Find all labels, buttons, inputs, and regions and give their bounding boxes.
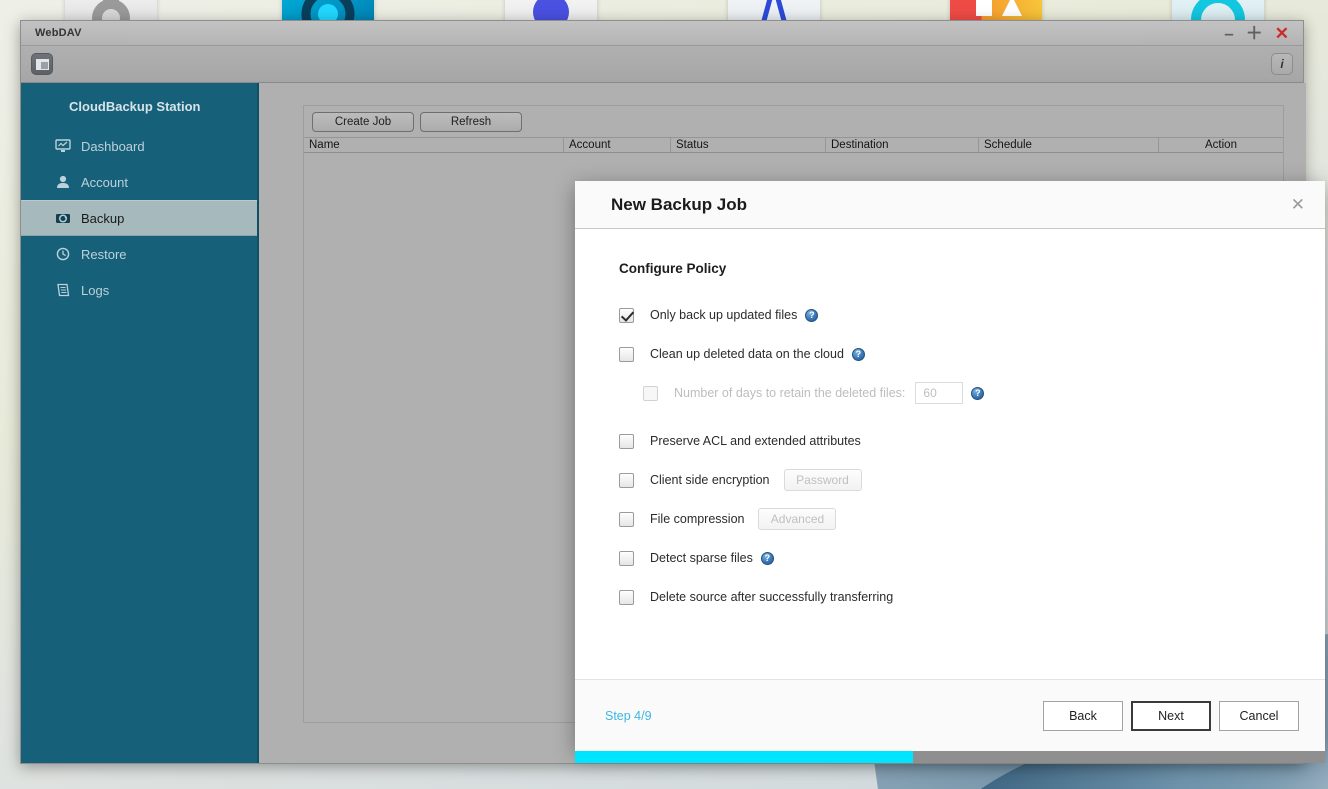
sidebar-item-label: Dashboard: [81, 138, 145, 154]
help-icon[interactable]: ?: [805, 308, 819, 322]
close-button[interactable]: ✕: [1275, 25, 1289, 42]
new-backup-job-dialog: New Backup Job ✕ Configure Policy Only b…: [575, 181, 1325, 763]
retain-days-input[interactable]: [915, 382, 964, 404]
section-title: Configure Policy: [619, 261, 727, 276]
info-icon[interactable]: i: [1271, 53, 1293, 75]
policy-row-delete-source: Delete source after successfully transfe…: [619, 586, 1289, 608]
dialog-body: Configure Policy Only back up updated fi…: [575, 229, 1325, 679]
log-book-icon: [55, 283, 71, 298]
refresh-button[interactable]: Refresh: [420, 112, 522, 132]
sidebar-item-label: Restore: [81, 246, 127, 262]
main-content: Create Job Refresh Name Account Status D…: [259, 83, 1325, 763]
next-button[interactable]: Next: [1131, 700, 1211, 731]
policy-label: Only back up updated files: [650, 308, 798, 322]
sidebar-item-dashboard[interactable]: Dashboard: [21, 128, 257, 164]
policy-label: Detect sparse files: [650, 551, 753, 565]
sidebar: CloudBackup Station Dashboard Account Ba…: [21, 83, 259, 763]
policy-row-only-backup-updated: Only back up updated files ?: [619, 304, 1289, 326]
policy-row-client-side-encryption: Client side encryption Password: [619, 469, 1289, 491]
policy-row-file-compression: File compression Advanced: [619, 508, 1289, 530]
sidebar-item-restore[interactable]: Restore: [21, 236, 257, 272]
window-controls: – ＋ ✕: [1224, 25, 1299, 42]
checkbox-delete-source-after-transfer[interactable]: [619, 589, 634, 605]
checkbox-clean-up-deleted-data[interactable]: [619, 346, 634, 362]
window-body: CloudBackup Station Dashboard Account Ba…: [21, 83, 1325, 763]
window-titlebar: WebDAV – ＋ ✕: [21, 21, 1303, 45]
column-header-status: Status: [671, 138, 826, 152]
password-button[interactable]: Password: [783, 469, 862, 491]
maximize-button[interactable]: ＋: [1246, 25, 1263, 42]
dialog-header: New Backup Job ✕: [575, 181, 1325, 229]
app-toolbar: i: [21, 45, 1303, 83]
sidebar-item-label: Backup: [81, 210, 125, 226]
help-icon[interactable]: ?: [760, 551, 774, 565]
sidebar-item-label: Account: [81, 174, 128, 190]
help-icon[interactable]: ?: [851, 347, 865, 361]
checkbox-client-side-encryption[interactable]: [619, 472, 634, 488]
column-header-schedule: Schedule: [979, 138, 1159, 152]
help-icon[interactable]: ?: [971, 386, 985, 400]
wizard-progress-fill: [575, 751, 913, 763]
jobs-table-header: Name Account Status Destination Schedule…: [304, 137, 1283, 153]
column-header-destination: Destination: [826, 138, 979, 152]
policy-label: Client side encryption: [650, 473, 770, 487]
policy-row-clean-up-deleted-data: Clean up deleted data on the cloud ?: [619, 343, 1289, 365]
column-header-action: Action: [1205, 139, 1237, 151]
create-job-button[interactable]: Create Job: [312, 112, 414, 132]
dialog-buttons: Back Next Cancel: [1043, 700, 1299, 731]
clock-restore-icon: [55, 247, 71, 262]
checkbox-file-compression[interactable]: [619, 511, 634, 527]
cancel-button[interactable]: Cancel: [1219, 700, 1299, 731]
checkbox-detect-sparse-files[interactable]: [619, 550, 634, 566]
dialog-title: New Backup Job: [611, 194, 748, 214]
window-title: WebDAV: [35, 27, 82, 39]
dialog-footer: Step 4/9 Back Next Cancel: [575, 679, 1325, 763]
column-header-name: Name: [304, 138, 564, 152]
checkbox-only-backup-updated-files[interactable]: [619, 307, 634, 323]
minimize-button[interactable]: –: [1224, 25, 1233, 42]
wizard-progress-track: [575, 751, 1325, 763]
policy-label: Delete source after successfully transfe…: [650, 590, 894, 604]
policy-row-retain-days: Number of days to retain the deleted fil…: [619, 382, 1289, 404]
sidebar-item-backup[interactable]: Backup: [21, 200, 257, 236]
policy-row-detect-sparse-files: Detect sparse files ?: [619, 547, 1289, 569]
application-window: WebDAV – ＋ ✕ i CloudBackup Station Dashb…: [20, 20, 1325, 764]
sidebar-item-logs[interactable]: Logs: [21, 272, 257, 308]
sidebar-item-account[interactable]: Account: [21, 164, 257, 200]
column-header-account: Account: [564, 138, 671, 152]
panes-glyph: [35, 58, 49, 70]
checkbox-preserve-acl[interactable]: [619, 433, 634, 449]
advanced-button[interactable]: Advanced: [758, 508, 837, 530]
panes-icon[interactable]: [31, 53, 53, 75]
policy-label: Clean up deleted data on the cloud: [650, 347, 844, 361]
policy-row-preserve-acl: Preserve ACL and extended attributes: [619, 430, 1289, 452]
policy-label: Preserve ACL and extended attributes: [650, 434, 861, 448]
sidebar-item-label: Logs: [81, 282, 110, 298]
monitor-icon: [55, 139, 71, 154]
backup-drive-icon: [55, 211, 71, 226]
policy-label: Number of days to retain the deleted fil…: [674, 386, 906, 400]
close-icon[interactable]: ✕: [1289, 192, 1307, 217]
policy-label: File compression: [650, 512, 745, 526]
sidebar-title: CloudBackup Station: [69, 99, 201, 114]
checkbox-retain-days[interactable]: [643, 385, 658, 401]
jobs-toolbar: Create Job Refresh: [304, 106, 1283, 137]
back-button[interactable]: Back: [1043, 700, 1123, 731]
step-indicator: Step 4/9: [605, 708, 652, 723]
user-icon: [55, 175, 71, 190]
